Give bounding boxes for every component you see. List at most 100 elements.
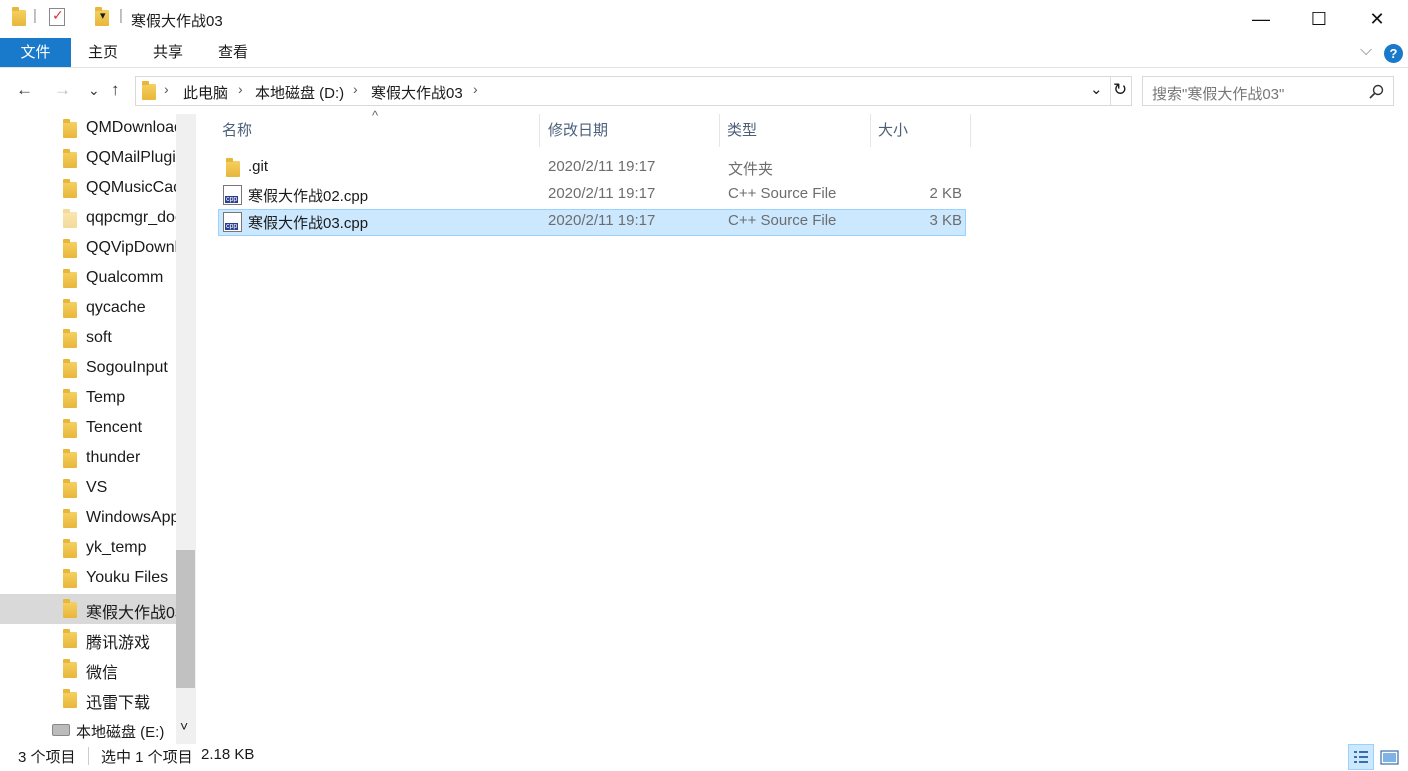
nav-item[interactable]: QQMailPlugin — [0, 144, 176, 174]
folder-icon — [226, 158, 240, 177]
nav-item[interactable]: QMDownload — [0, 114, 176, 144]
folder-icon — [63, 629, 77, 648]
folder-icon — [63, 119, 77, 138]
folder-icon — [63, 269, 77, 288]
column-header-type[interactable]: 类型 — [721, 114, 871, 147]
nav-item[interactable]: Tencent — [0, 414, 176, 444]
back-button[interactable]: ← — [16, 80, 33, 100]
nav-item-label: Qualcomm — [86, 269, 164, 286]
nav-item-selected[interactable]: 寒假大作战03 — [0, 594, 176, 624]
column-header-name[interactable]: 名称 — [216, 114, 540, 147]
search-input[interactable]: 搜索"寒假大作战03" — [1152, 83, 1284, 104]
nav-item[interactable]: QQMusicCache — [0, 174, 176, 204]
breadcrumb-separator[interactable]: › — [164, 81, 169, 97]
nav-item[interactable]: Qualcomm — [0, 264, 176, 294]
file-date: 2020/2/11 19:17 — [548, 158, 656, 175]
nav-item[interactable]: thunder — [0, 444, 176, 474]
refresh-button[interactable]: ↻ — [1113, 80, 1127, 100]
tab-home[interactable]: 主页 — [71, 38, 135, 67]
nav-item[interactable]: soft — [0, 324, 176, 354]
properties-icon[interactable]: ✓ — [49, 7, 65, 26]
divider — [88, 747, 89, 765]
folder-icon — [63, 419, 77, 438]
tab-file[interactable]: 文件 — [0, 38, 71, 67]
file-row[interactable]: .git 2020/2/11 19:17 文件夹 — [218, 155, 966, 182]
nav-item[interactable]: Youku Files — [0, 564, 176, 594]
nav-item-label: 腾讯游戏 — [86, 635, 151, 652]
nav-item[interactable]: QQVipDownload — [0, 234, 176, 264]
help-icon[interactable]: ? — [1384, 44, 1403, 63]
breadcrumb-this-pc[interactable]: 此电脑 — [183, 82, 228, 103]
nav-item[interactable]: 微信 — [0, 654, 176, 684]
address-dropdown-button[interactable]: ⌄ — [1090, 80, 1103, 98]
nav-item[interactable]: Temp — [0, 384, 176, 414]
folder-icon — [63, 689, 77, 708]
up-button[interactable]: ↑ — [111, 80, 120, 100]
customize-toolbar-icon[interactable]: ▾ — [100, 9, 106, 22]
nav-item[interactable]: SogouInput — [0, 354, 176, 384]
tab-view[interactable]: 查看 — [201, 38, 265, 67]
breadcrumb-drive-d[interactable]: 本地磁盘 (D:) — [255, 82, 344, 103]
folder-icon — [63, 359, 77, 378]
nav-item[interactable]: 腾讯游戏 — [0, 624, 176, 654]
nav-item-label: Temp — [86, 389, 126, 406]
breadcrumb-separator[interactable]: › — [238, 81, 243, 97]
tab-share[interactable]: 共享 — [136, 38, 200, 67]
nav-item-label: QQVipDownload — [86, 239, 176, 256]
column-header-date[interactable]: 修改日期 — [542, 114, 720, 147]
nav-item-label: Youku Files — [86, 569, 169, 586]
nav-item[interactable]: qqpcmgr_docpro — [0, 204, 176, 234]
navigation-bar: ← → ⌄ ↑ › 此电脑 › 本地磁盘 (D:) › 寒假大作战03 › ⌄ … — [0, 72, 1408, 110]
folder-icon — [63, 599, 77, 618]
minimize-button[interactable]: — — [1232, 0, 1290, 38]
nav-item-label: QQMailPlugin — [86, 149, 176, 166]
address-bar[interactable]: › 此电脑 › 本地磁盘 (D:) › 寒假大作战03 › ⌄ ↻ — [135, 76, 1132, 106]
cpp-file-icon — [223, 212, 242, 232]
scroll-down-icon[interactable]: ˅ — [180, 718, 188, 734]
file-row[interactable]: 寒假大作战02.cpp 2020/2/11 19:17 C++ Source F… — [218, 182, 966, 209]
breadcrumb-separator[interactable]: › — [473, 81, 478, 97]
maximize-button[interactable]: ☐ — [1290, 0, 1348, 38]
selection-info: 选中 1 个项目 — [101, 749, 193, 766]
file-name: .git — [248, 158, 269, 175]
file-list[interactable]: ^ 名称 修改日期 类型 大小 .git 2020/2/11 19:17 文件夹… — [208, 108, 1408, 744]
search-box[interactable]: 搜索"寒假大作战03" — [1142, 76, 1394, 106]
nav-item-label: qycache — [86, 299, 146, 316]
details-view-button[interactable] — [1348, 744, 1374, 770]
toolbar-divider: | — [119, 7, 123, 24]
file-size: 2 KB — [929, 185, 962, 202]
file-type: 文件夹 — [728, 161, 774, 178]
close-button[interactable]: ✕ — [1348, 0, 1406, 38]
toolbar-divider: | — [33, 7, 37, 24]
divider — [1110, 77, 1111, 105]
folder-icon — [142, 81, 156, 100]
forward-button[interactable]: → — [54, 80, 71, 100]
folder-icon — [63, 149, 77, 168]
status-bar: 3 个项目 选中 1 个项目 2.18 KB — [0, 744, 1408, 771]
nav-scrollbar-thumb[interactable] — [176, 550, 195, 688]
selection-size: 2.18 KB — [201, 746, 255, 763]
navigation-pane[interactable]: QMDownload QQMailPlugin QQMusicCache qqp… — [0, 114, 196, 744]
nav-item[interactable]: WindowsApps — [0, 504, 176, 534]
nav-item-label: yk_temp — [86, 539, 147, 556]
nav-item[interactable]: qycache — [0, 294, 176, 324]
large-icons-view-button[interactable] — [1376, 744, 1402, 770]
folder-icon — [12, 7, 26, 26]
nav-item[interactable]: 迅雷下载 — [0, 684, 176, 714]
breadcrumb-separator[interactable]: › — [353, 81, 358, 97]
folder-icon — [63, 389, 77, 408]
breadcrumb-current-folder[interactable]: 寒假大作战03 — [371, 82, 463, 103]
recent-locations-button[interactable]: ⌄ — [88, 82, 100, 99]
nav-item[interactable]: VS — [0, 474, 176, 504]
file-size: 3 KB — [929, 212, 962, 229]
nav-item-label: SogouInput — [86, 359, 168, 376]
nav-item-label: Tencent — [86, 419, 143, 436]
ribbon-tabs: 文件 主页 共享 查看 ⌵ ? — [0, 38, 1408, 68]
file-row-selected[interactable]: 寒假大作战03.cpp 2020/2/11 19:17 C++ Source F… — [218, 209, 966, 236]
nav-item[interactable]: yk_temp — [0, 534, 176, 564]
file-name: 寒假大作战03.cpp — [248, 215, 369, 232]
search-icon[interactable] — [1369, 84, 1384, 99]
column-header-size[interactable]: 大小 — [872, 114, 971, 147]
expand-ribbon-icon[interactable]: ⌵ — [1360, 42, 1372, 60]
folder-icon — [63, 539, 77, 558]
